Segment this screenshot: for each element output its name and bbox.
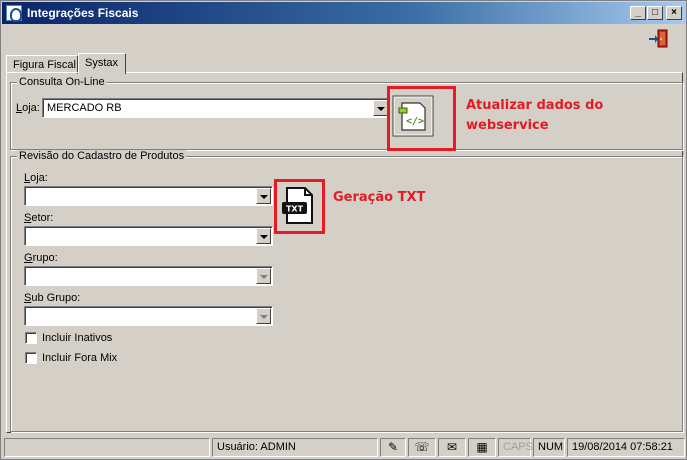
status-datetime: 19/08/2014 07:58:21 (567, 438, 685, 457)
txt-icon-text: TXT (286, 205, 304, 214)
status-bar: Usuário: ADMIN ✎ ☏ ✉ ▦ CAPS NUM 19/08/20… (4, 438, 686, 458)
tab-systax[interactable]: Systax (78, 53, 126, 74)
txt-annotation: Geração TXT (333, 190, 426, 205)
chevron-down-icon[interactable] (256, 308, 271, 324)
main-window: Integrações Fiscais _ □ × Figura Fiscal … (0, 0, 687, 460)
title-bar: Integrações Fiscais _ □ × (2, 2, 686, 24)
grupo-select[interactable] (24, 266, 273, 286)
status-cell-empty (4, 438, 210, 457)
status-caps: CAPS (498, 438, 533, 457)
svg-text:</>: </> (406, 116, 424, 127)
minimize-button[interactable]: _ (630, 6, 646, 20)
revisao-loja-label: Loja: (24, 172, 48, 184)
phone-icon[interactable]: ☏ (408, 438, 436, 457)
incluir-inativos-checkbox[interactable] (25, 332, 37, 344)
window-title: Integrações Fiscais (27, 6, 139, 20)
exit-door-icon[interactable] (646, 28, 670, 50)
subgrupo-label: Sub Grupo: (24, 292, 81, 304)
grupo-label: Grupo: (24, 252, 58, 264)
status-usuario: Usuário: ADMIN (212, 438, 378, 457)
consulta-loja-label: Loja: (16, 102, 40, 114)
mail-icon[interactable]: ✉ (438, 438, 466, 457)
revisao-cadastro-legend: Revisão do Cadastro de Produtos (17, 150, 187, 162)
consulta-online-legend: Consulta On-Line (17, 76, 107, 88)
revisao-loja-select[interactable] (24, 186, 273, 206)
chevron-down-icon[interactable] (256, 188, 271, 204)
chevron-down-icon[interactable] (256, 228, 271, 244)
chevron-down-icon[interactable] (373, 100, 388, 116)
calculator-icon[interactable]: ▦ (468, 438, 496, 457)
edit-icon[interactable]: ✎ (380, 438, 406, 457)
setor-select[interactable] (24, 226, 273, 246)
webservice-code-icon[interactable]: </> (392, 95, 434, 137)
incluir-fora-mix-checkbox[interactable] (25, 352, 37, 364)
subgrupo-select[interactable] (24, 306, 273, 326)
incluir-fora-mix-label: Incluir Fora Mix (42, 352, 118, 364)
incluir-inativos-label: Incluir Inativos (42, 332, 113, 344)
maximize-button[interactable]: □ (647, 6, 663, 20)
txt-file-icon[interactable]: TXT (281, 186, 317, 226)
chevron-down-icon[interactable] (256, 268, 271, 284)
close-button[interactable]: × (666, 6, 682, 20)
consulta-loja-value: MERCADO RB (47, 102, 122, 114)
status-num: NUM (533, 438, 565, 457)
app-icon (6, 5, 22, 22)
consulta-loja-select[interactable]: MERCADO RB (42, 98, 390, 118)
setor-label: Setor: (24, 212, 54, 224)
webservice-annotation-line2: webservice (466, 118, 549, 133)
webservice-annotation-line1: Atualizar dados do (466, 98, 604, 113)
